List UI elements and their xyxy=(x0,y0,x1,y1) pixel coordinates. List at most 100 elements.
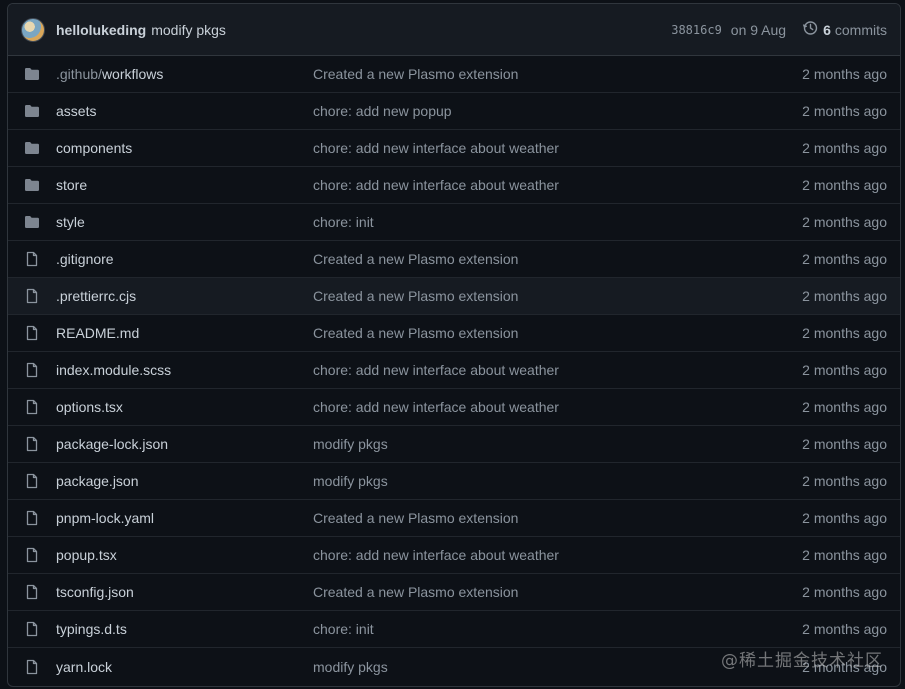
file-icon xyxy=(24,621,40,637)
file-name-text[interactable]: yarn.lock xyxy=(56,659,112,675)
file-browser: hellolukeding modify pkgs 38816c9 on 9 A… xyxy=(7,3,901,687)
file-name-link[interactable]: .github/workflows xyxy=(56,66,163,82)
file-commit-age: 2 months ago xyxy=(802,436,887,452)
file-name-text[interactable]: .gitignore xyxy=(56,251,114,267)
commit-date: on 9 Aug xyxy=(730,21,787,38)
file-name-text[interactable]: package.json xyxy=(56,473,139,489)
file-commit-message-link[interactable]: chore: add new interface about weather xyxy=(313,177,559,193)
commit-author-link[interactable]: hellolukeding xyxy=(56,22,146,38)
file-icon xyxy=(24,584,40,600)
file-commit-message-link[interactable]: chore: add new interface about weather xyxy=(313,362,559,378)
file-name-link[interactable]: components xyxy=(56,140,132,156)
file-name-link[interactable]: store xyxy=(56,177,87,193)
file-name-text[interactable]: typings.d.ts xyxy=(56,621,127,637)
file-row[interactable]: tsconfig.json Created a new Plasmo extens… xyxy=(8,574,900,611)
file-commit-age: 2 months ago xyxy=(802,362,887,378)
file-commit-message-link[interactable]: Created a new Plasmo extension xyxy=(313,66,518,82)
file-commit-age: 2 months ago xyxy=(802,399,887,415)
folder-icon xyxy=(24,177,40,193)
file-icon xyxy=(24,436,40,452)
folder-icon xyxy=(24,214,40,230)
file-row[interactable]: pnpm-lock.yaml Created a new Plasmo exten… xyxy=(8,500,900,537)
file-name-text[interactable]: .prettierrc.cjs xyxy=(56,288,136,304)
file-commit-message-link[interactable]: Created a new Plasmo extension xyxy=(313,325,518,341)
file-name-text[interactable]: workflows xyxy=(102,66,163,82)
file-commit-age: 2 months ago xyxy=(802,547,887,563)
file-name-link[interactable]: yarn.lock xyxy=(56,659,112,675)
file-name-link[interactable]: popup.tsx xyxy=(56,547,117,563)
file-name-link[interactable]: assets xyxy=(56,103,96,119)
commits-label: commits xyxy=(834,21,887,38)
file-name-text[interactable]: style xyxy=(56,214,85,230)
file-commit-age: 2 months ago xyxy=(802,177,887,193)
file-name-link[interactable]: pnpm-lock.yaml xyxy=(56,510,154,526)
file-row[interactable]: package.json modify pkgs 2 months ago xyxy=(8,463,900,500)
file-name-link[interactable]: style xyxy=(56,214,85,230)
file-name-text[interactable]: options.tsx xyxy=(56,399,123,415)
file-row[interactable]: README.md Created a new Plasmo extension 2… xyxy=(8,315,900,352)
file-icon xyxy=(24,659,40,675)
commits-count: 6 xyxy=(823,21,831,38)
file-name-text[interactable]: index.module.scss xyxy=(56,362,171,378)
file-commit-message-link[interactable]: Created a new Plasmo extension xyxy=(313,251,518,267)
file-icon xyxy=(24,325,40,341)
file-row[interactable]: index.module.scss chore: add new interfac… xyxy=(8,352,900,389)
file-row[interactable]: options.tsx chore: add new interface abou… xyxy=(8,389,900,426)
file-commit-age: 2 months ago xyxy=(802,103,887,119)
file-commit-message-link[interactable]: chore: add new interface about weather xyxy=(313,547,559,563)
file-row[interactable]: popup.tsx chore: add new interface about … xyxy=(8,537,900,574)
file-name-text[interactable]: package-lock.json xyxy=(56,436,168,452)
file-row[interactable]: package-lock.json modify pkgs 2 months ago xyxy=(8,426,900,463)
file-commit-message-link[interactable]: modify pkgs xyxy=(313,436,388,452)
file-name-link[interactable]: README.md xyxy=(56,325,139,341)
file-name-link[interactable]: package.json xyxy=(56,473,139,489)
file-commit-age: 2 months ago xyxy=(802,66,887,82)
file-name-link[interactable]: options.tsx xyxy=(56,399,123,415)
commit-sha-link[interactable]: 38816c9 xyxy=(671,23,722,37)
file-name-link[interactable]: .gitignore xyxy=(56,251,114,267)
file-commit-message-link[interactable]: modify pkgs xyxy=(313,659,388,675)
file-commit-message-link[interactable]: Created a new Plasmo extension xyxy=(313,584,518,600)
file-name-text[interactable]: popup.tsx xyxy=(56,547,117,563)
file-commit-age: 2 months ago xyxy=(802,621,887,637)
file-commit-message-link[interactable]: chore: init xyxy=(313,621,374,637)
folder-icon xyxy=(24,140,40,156)
file-name-link[interactable]: tsconfig.json xyxy=(56,584,134,600)
file-row[interactable]: .gitignore Created a new Plasmo extension… xyxy=(8,241,900,278)
file-row[interactable]: assets chore: add new popup 2 months ago xyxy=(8,93,900,130)
file-name-link[interactable]: package-lock.json xyxy=(56,436,168,452)
file-name-text[interactable]: components xyxy=(56,140,132,156)
file-commit-age: 2 months ago xyxy=(802,140,887,156)
file-commit-message-link[interactable]: Created a new Plasmo extension xyxy=(313,288,518,304)
file-commit-message-link[interactable]: chore: add new interface about weather xyxy=(313,140,559,156)
file-row[interactable]: .github/workflows Created a new Plasmo ex… xyxy=(8,56,900,93)
file-commit-message-link[interactable]: chore: init xyxy=(313,214,374,230)
file-name-prefix[interactable]: .github/ xyxy=(56,66,102,82)
file-name-link[interactable]: .prettierrc.cjs xyxy=(56,288,136,304)
file-row[interactable]: store chore: add new interface about weat… xyxy=(8,167,900,204)
file-name-text[interactable]: assets xyxy=(56,103,96,119)
file-name-text[interactable]: store xyxy=(56,177,87,193)
file-icon xyxy=(24,288,40,304)
file-name-text[interactable]: README.md xyxy=(56,325,139,341)
file-row[interactable]: typings.d.ts chore: init 2 months ago xyxy=(8,611,900,648)
file-name-link[interactable]: typings.d.ts xyxy=(56,621,127,637)
file-commit-age: 2 months ago xyxy=(802,510,887,526)
commit-message-link[interactable]: modify pkgs xyxy=(151,22,226,38)
file-commit-age: 2 months ago xyxy=(802,251,887,267)
file-name-text[interactable]: tsconfig.json xyxy=(56,584,134,600)
commits-history-link[interactable]: 6 commits xyxy=(802,20,887,39)
file-icon xyxy=(24,251,40,267)
file-commit-age: 2 months ago xyxy=(802,288,887,304)
file-commit-message-link[interactable]: chore: add new interface about weather xyxy=(313,399,559,415)
file-name-link[interactable]: index.module.scss xyxy=(56,362,171,378)
file-row[interactable]: style chore: init 2 months ago xyxy=(8,204,900,241)
file-commit-message-link[interactable]: chore: add new popup xyxy=(313,103,452,119)
avatar[interactable] xyxy=(21,17,45,42)
file-row[interactable]: .prettierrc.cjs Created a new Plasmo exte… xyxy=(8,278,900,315)
file-row[interactable]: components chore: add new interface about… xyxy=(8,130,900,167)
file-name-text[interactable]: pnpm-lock.yaml xyxy=(56,510,154,526)
file-icon xyxy=(24,510,40,526)
file-commit-message-link[interactable]: modify pkgs xyxy=(313,473,388,489)
file-commit-message-link[interactable]: Created a new Plasmo extension xyxy=(313,510,518,526)
